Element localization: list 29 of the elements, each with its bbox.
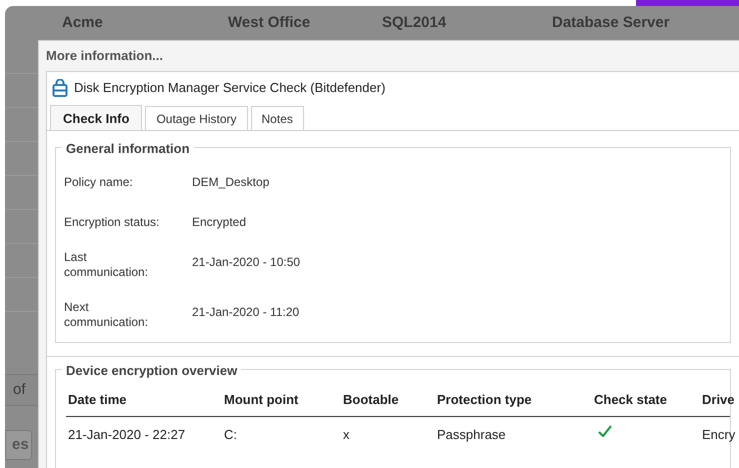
column-header: Date time: [68, 392, 127, 407]
table-cell: 21-Jan-2020 - 22:27: [68, 427, 186, 442]
tab[interactable]: Outage History: [145, 106, 248, 130]
field-label: Encryption status:: [64, 215, 160, 230]
dialog-title: More information...: [46, 47, 164, 66]
column-header: Bootable: [343, 392, 399, 407]
column-header: Drive: [702, 392, 735, 407]
column-header: Mount point: [224, 392, 298, 407]
table-cell: x: [343, 427, 350, 442]
field-value: Encrypted: [192, 215, 246, 229]
check-title: Disk Encryption Manager Service Check (Bitdefender): [74, 79, 386, 98]
table-cell: C:: [224, 427, 237, 442]
table-cell: Passphrase: [437, 427, 506, 442]
field-label: Next communication:: [64, 300, 150, 330]
table-cell: West Office: [228, 14, 310, 31]
table-cell: Database Server: [552, 14, 670, 31]
tab[interactable]: Check Info: [50, 105, 142, 131]
table-cell: Encry: [702, 427, 736, 442]
field-value: 21-Jan-2020 - 10:50: [192, 255, 300, 269]
column-header: Protection type: [437, 392, 532, 407]
field-label: Last communication:: [64, 250, 150, 280]
column-header: Check state: [594, 392, 667, 407]
field-value: 21-Jan-2020 - 11:20: [192, 305, 300, 319]
table-cell: SQL2014: [382, 14, 446, 31]
field-value: DEM_Desktop: [192, 175, 270, 189]
table-cell: Acme: [62, 14, 103, 31]
pager-text: of: [13, 380, 26, 400]
field-label: Policy name:: [64, 175, 133, 190]
tab[interactable]: Notes: [250, 106, 304, 130]
